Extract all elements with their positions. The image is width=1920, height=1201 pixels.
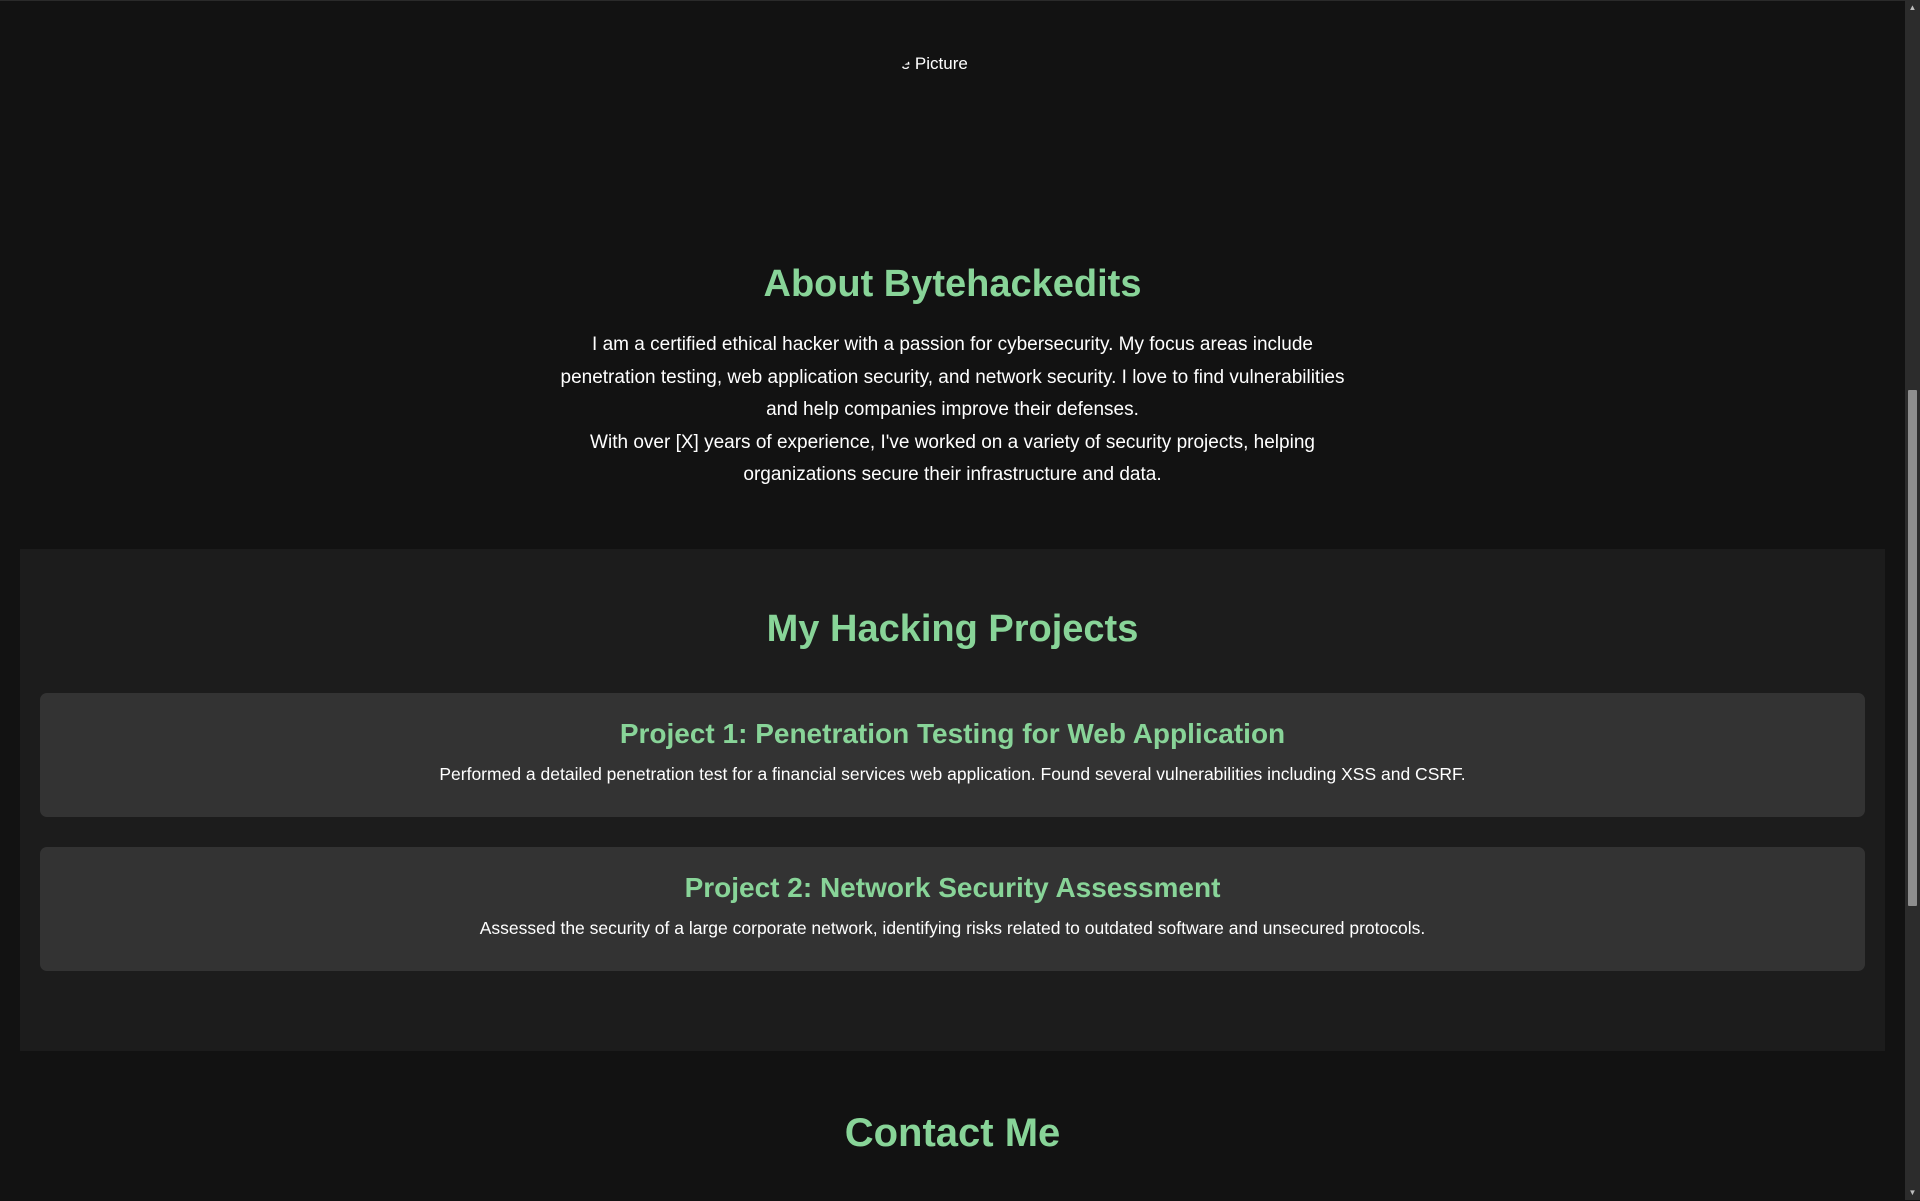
arrow-up-icon[interactable]: ▲ <box>1905 0 1920 15</box>
projects-title: My Hacking Projects <box>766 608 1139 650</box>
about-section: About Bytehackedits I am a certified eth… <box>0 251 1905 492</box>
contact-title: Contact Me <box>844 1111 1061 1155</box>
profile-picture-alt-text: Profile Picture <box>878 54 968 73</box>
scrollbar-thumb[interactable] <box>1908 390 1917 906</box>
profile-picture: Profile Picture <box>878 47 1028 197</box>
vertical-scrollbar[interactable]: ▲ ▼ <box>1905 0 1920 1200</box>
project-card: Project 2: Network Security Assessment A… <box>40 847 1865 971</box>
project-title: Project 1: Penetration Testing for Web A… <box>619 718 1286 749</box>
about-paragraph-1: I am a certified ethical hacker with a p… <box>560 334 1345 420</box>
projects-section: My Hacking Projects Project 1: Penetrati… <box>20 549 1885 1051</box>
portfolio-page: Profile Picture About Bytehackedits I am… <box>0 0 1905 1201</box>
about-paragraph-2: With over [X] years of experience, I've … <box>590 431 1315 486</box>
about-text: I am a certified ethical hacker with a p… <box>553 329 1353 492</box>
project-card: Project 1: Penetration Testing for Web A… <box>40 693 1865 817</box>
about-title: About Bytehackedits <box>763 263 1142 305</box>
project-description: Assessed the security of a large corpora… <box>479 918 1426 938</box>
arrow-down-icon[interactable]: ▼ <box>1905 1185 1920 1200</box>
project-description: Performed a detailed penetration test fo… <box>439 764 1466 784</box>
project-title: Project 2: Network Security Assessment <box>684 872 1221 903</box>
